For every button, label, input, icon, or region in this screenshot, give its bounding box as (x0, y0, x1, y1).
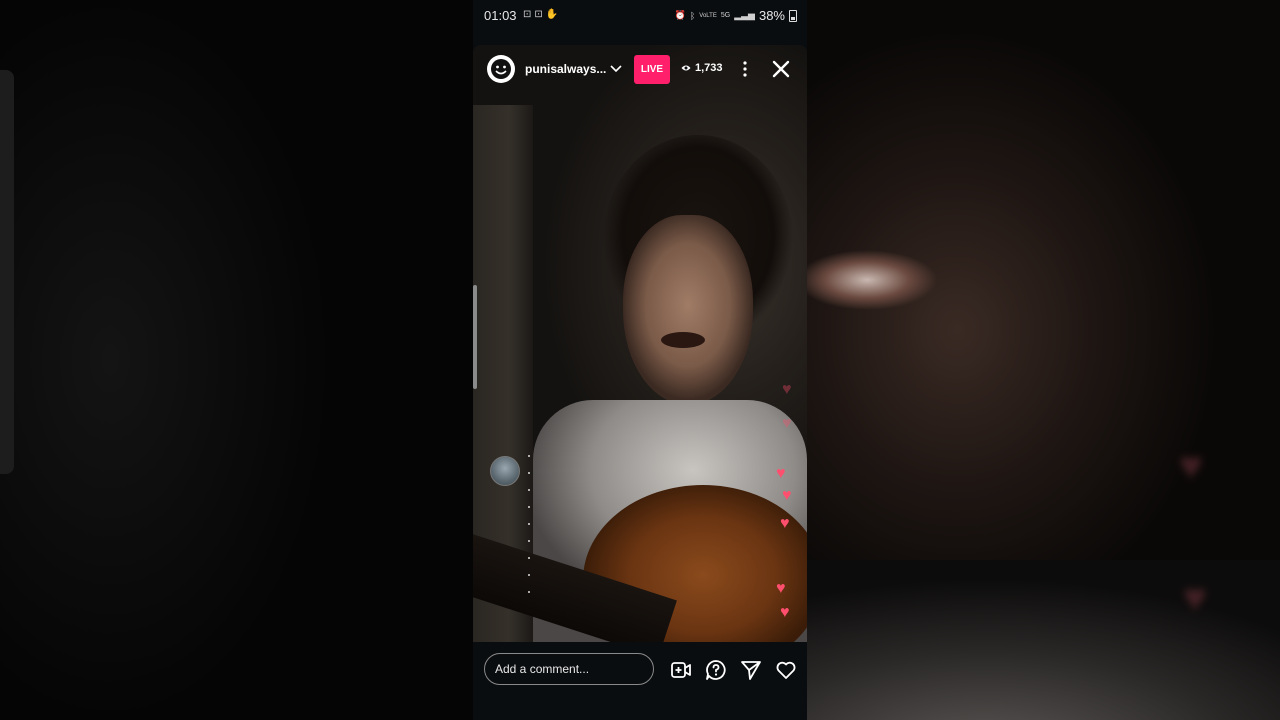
system-indicators: ⏰ ᛒ VoLTE 5G ▂▃▅ 38% (675, 8, 797, 23)
volte-icon: VoLTE (699, 12, 717, 19)
floating-heart-icon: ♥ (780, 515, 790, 532)
viewer-count[interactable]: 1,733 (681, 62, 723, 74)
notification-icons: ⊡⊡✋ (523, 9, 561, 20)
floating-heart-icon: ♥ (780, 604, 790, 621)
live-header: punisalways... LIVE 1,733 (473, 45, 807, 95)
background-heart-icon: ♥ (1183, 576, 1207, 620)
live-badge: LIVE (634, 55, 670, 84)
floating-heart-icon: ♥ (776, 580, 786, 597)
bluetooth-icon: ᛒ (689, 10, 696, 21)
video-subject-face (623, 215, 753, 405)
avatar[interactable] (487, 55, 515, 83)
heart-icon[interactable] (775, 659, 797, 681)
eye-icon (681, 65, 691, 71)
send-icon[interactable] (740, 659, 762, 681)
smiley-icon (491, 59, 511, 79)
background-face (807, 240, 937, 320)
more-options-icon[interactable] (738, 59, 752, 79)
username[interactable]: punisalways... (525, 62, 606, 76)
status-time: 01:03 (484, 8, 517, 23)
background-heart-icon: ♥ (1179, 444, 1203, 488)
background-shape (0, 70, 14, 474)
alarm-icon: ⏰ (674, 10, 686, 20)
signal-icon: ▂▃▅ (734, 10, 755, 20)
floating-heart-icon: ♥ (782, 381, 792, 398)
side-handle[interactable] (473, 285, 477, 389)
chevron-down-icon[interactable] (609, 61, 623, 75)
video-subject-mouth (661, 332, 705, 348)
bottom-bar (473, 642, 807, 720)
viewer-count-value: 1,733 (695, 62, 723, 74)
floating-heart-icon: ♥ (782, 415, 792, 432)
screenshot-icon: ⊡ (534, 9, 546, 20)
floating-heart-icon: ♥ (782, 487, 792, 504)
phone-screen: 01:03 ⊡⊡✋ ⏰ ᛒ VoLTE 5G ▂▃▅ 38% punisalwa… (473, 0, 807, 720)
live-stream-screen: ♥ ♥ 01:03 ⊡⊡✋ ⏰ ᛒ VoLTE 5G ▂▃▅ 38% punis… (0, 0, 1280, 720)
commenter-avatar[interactable] (490, 456, 520, 486)
background-blur-left (0, 0, 473, 720)
question-icon[interactable] (705, 659, 727, 681)
close-icon[interactable] (771, 59, 791, 79)
floating-heart-icon: ♥ (776, 465, 786, 482)
battery-icon (789, 9, 797, 22)
screenshot-icon: ⊡ (523, 9, 535, 20)
live-video[interactable] (473, 45, 807, 642)
background-blur-right: ♥ ♥ (807, 0, 1280, 720)
add-video-icon[interactable] (670, 659, 692, 681)
comment-input[interactable] (484, 653, 654, 685)
5g-icon: 5G (720, 12, 731, 19)
comment-thread-dots (528, 455, 530, 608)
hand-icon: ✋ (545, 9, 562, 20)
battery-level: 38% (758, 8, 785, 23)
status-bar: 01:03 ⊡⊡✋ ⏰ ᛒ VoLTE 5G ▂▃▅ 38% (473, 0, 807, 30)
